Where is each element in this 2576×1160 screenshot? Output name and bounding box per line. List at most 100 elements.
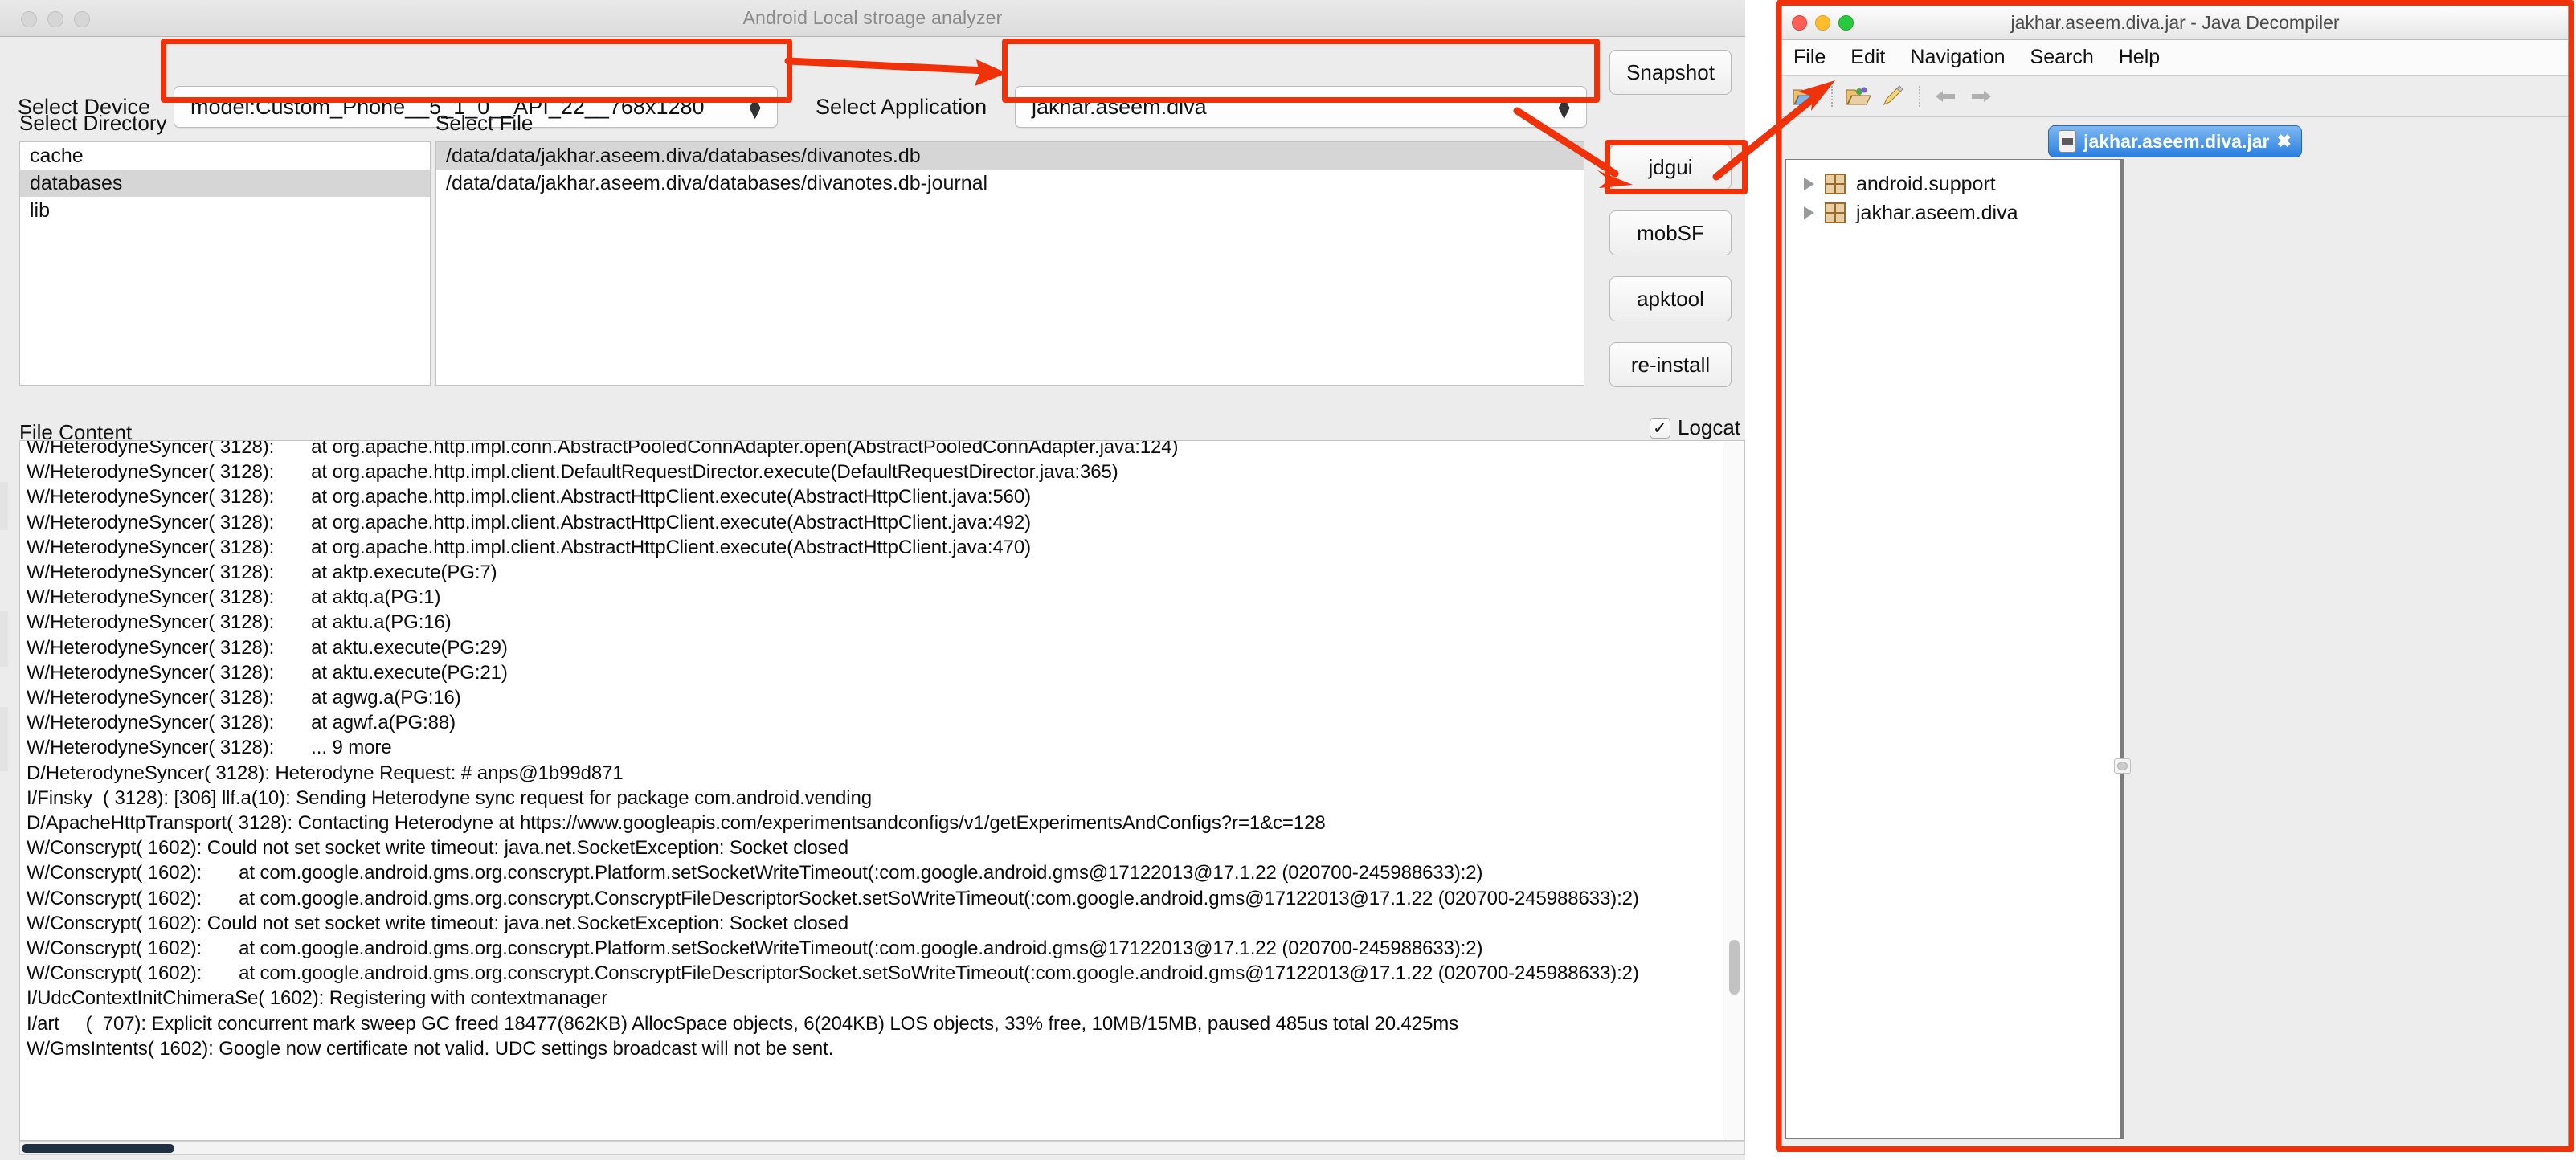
package-icon — [1825, 202, 1846, 223]
content-horizontal-scrollbar[interactable] — [19, 1141, 1745, 1155]
split-divider-handle[interactable] — [2114, 758, 2131, 774]
scrollbar-thumb[interactable] — [1729, 940, 1740, 995]
log-line: I/Finsky ( 3128): [306] llf.a(10): Sendi… — [27, 786, 1717, 811]
highlight-icon[interactable] — [1879, 84, 1907, 108]
menu-file[interactable]: File — [1793, 46, 1826, 69]
log-line: W/Conscrypt( 1602): at com.google.androi… — [27, 860, 1717, 885]
mobsf-button[interactable]: mobSF — [1609, 210, 1732, 255]
log-line: W/HeterodyneSyncer( 3128): at agwg.a(PG:… — [27, 685, 1717, 710]
jd-tabstrip: jakhar.aseem.diva.jar ✖ — [1782, 117, 2568, 159]
list-item[interactable]: /data/data/jakhar.aseem.diva/databases/d… — [436, 142, 1584, 170]
logcat-checkbox[interactable]: ✓ Logcat — [1650, 415, 1740, 440]
main-titlebar: Android Local stroage analyzer — [0, 0, 1745, 37]
tab-label: jakhar.aseem.diva.jar — [2083, 131, 2269, 153]
list-item[interactable]: cache — [20, 142, 430, 170]
jd-menubar: File Edit Navigation Search Help — [1782, 40, 2568, 76]
log-line: W/HeterodyneSyncer( 3128): at aktu.execu… — [27, 660, 1717, 685]
selector-row: Select Device model:Custom_Phone__5_1_0_… — [0, 37, 1745, 116]
logcat-label: Logcat — [1678, 415, 1740, 440]
log-line: W/HeterodyneSyncer( 3128): at aktu.execu… — [27, 635, 1717, 660]
apktool-button[interactable]: apktool — [1609, 276, 1732, 321]
close-icon[interactable]: ✖ — [2277, 131, 2292, 152]
minimize-button[interactable] — [47, 11, 63, 27]
background-window-edge — [0, 707, 8, 771]
select-application-label: Select Application — [816, 95, 987, 120]
log-line: W/HeterodyneSyncer( 3128): ... 9 more — [27, 735, 1717, 760]
minimize-button[interactable] — [1815, 15, 1830, 31]
jd-toolbar — [1782, 76, 2568, 117]
zoom-button[interactable] — [1838, 15, 1854, 31]
toolbar-divider — [1919, 86, 1920, 107]
log-line: W/Conscrypt( 1602): at com.google.androi… — [27, 961, 1717, 986]
tree-node-jakhar-aseem-diva[interactable]: jakhar.aseem.diva — [1786, 198, 2120, 227]
file-content-panel[interactable]: W/HeterodyneSyncer( 3128): at org.apache… — [19, 440, 1745, 1141]
open-folder-icon[interactable] — [1792, 84, 1819, 108]
log-line: I/UdcContextInitChimeraSe( 1602): Regist… — [27, 986, 1717, 1011]
log-line: W/Conscrypt( 1602): at com.google.androi… — [27, 886, 1717, 911]
directory-list[interactable]: cache databases lib — [19, 141, 431, 386]
log-line: D/ApacheHttpTransport( 3128): Contacting… — [27, 811, 1717, 835]
chevron-right-icon[interactable] — [1804, 178, 1814, 190]
log-line: W/Conscrypt( 1602): at com.google.androi… — [27, 936, 1717, 961]
log-line: D/HeterodyneSyncer( 3128): Heterodyne Re… — [27, 761, 1717, 786]
toolbar-divider — [1831, 86, 1833, 107]
jd-source-panel — [2121, 159, 2565, 1139]
chevron-updown-icon: ▲▼ — [746, 96, 764, 119]
jdgui-button[interactable]: jdgui — [1609, 145, 1732, 190]
select-file-label: Select File — [435, 111, 533, 136]
log-line: W/HeterodyneSyncer( 3128): at org.apache… — [27, 535, 1717, 560]
log-line: W/HeterodyneSyncer( 3128): at aktq.a(PG:… — [27, 585, 1717, 610]
list-item[interactable]: databases — [20, 170, 430, 197]
log-line: W/HeterodyneSyncer( 3128): at org.apache… — [27, 510, 1717, 535]
zoom-button[interactable] — [74, 11, 90, 27]
content-vertical-scrollbar[interactable] — [1723, 442, 1744, 1141]
screen: Android Local stroage analyzer Select De… — [0, 0, 2576, 1160]
close-button[interactable] — [1792, 15, 1807, 31]
menu-edit[interactable]: Edit — [1850, 46, 1885, 69]
menu-help[interactable]: Help — [2119, 46, 2160, 69]
package-icon — [1825, 174, 1846, 194]
log-line: W/HeterodyneSyncer( 3128): at org.apache… — [27, 440, 1717, 460]
list-item[interactable]: lib — [20, 197, 430, 224]
log-line: W/HeterodyneSyncer( 3128): at aktu.a(PG:… — [27, 610, 1717, 635]
menu-search[interactable]: Search — [2030, 46, 2094, 69]
jd-package-tree[interactable]: android.support jakhar.aseem.diva — [1785, 159, 2121, 1139]
file-list[interactable]: /data/data/jakhar.aseem.diva/databases/d… — [435, 141, 1584, 386]
tree-node-label: android.support — [1856, 173, 1996, 196]
list-item[interactable]: /data/data/jakhar.aseem.diva/databases/d… — [436, 170, 1584, 197]
snapshot-button[interactable]: Snapshot — [1609, 50, 1732, 95]
jd-body: android.support jakhar.aseem.diva — [1782, 159, 2568, 1146]
jd-gui-window: jakhar.aseem.diva.jar - Java Decompiler … — [1781, 6, 2569, 1146]
back-arrow-icon[interactable] — [1932, 84, 1960, 108]
close-button[interactable] — [21, 11, 37, 27]
jd-window-title: jakhar.aseem.diva.jar - Java Decompiler — [2010, 12, 2339, 34]
menu-navigation[interactable]: Navigation — [1910, 46, 2005, 69]
android-local-storage-analyzer-window: Android Local stroage analyzer Select De… — [0, 0, 1745, 1160]
window-controls[interactable] — [21, 11, 90, 27]
log-line: W/Conscrypt( 1602): Could not set socket… — [27, 911, 1717, 936]
file-content-text: W/HeterodyneSyncer( 3128): at org.apache… — [20, 440, 1723, 1061]
select-application-value: jakhar.aseem.diva — [1016, 95, 1207, 120]
select-application-dropdown[interactable]: jakhar.aseem.diva ▲▼ — [1015, 86, 1587, 128]
log-line: W/Conscrypt( 1602): Could not set socket… — [27, 835, 1717, 860]
background-window-edge — [0, 611, 8, 667]
tree-node-android-support[interactable]: android.support — [1786, 170, 2120, 198]
chevron-right-icon[interactable] — [1804, 206, 1814, 219]
jd-window-controls[interactable] — [1792, 15, 1854, 31]
jd-titlebar: jakhar.aseem.diva.jar - Java Decompiler — [1782, 6, 2568, 40]
log-line: W/HeterodyneSyncer( 3128): at org.apache… — [27, 460, 1717, 484]
log-line: W/HeterodyneSyncer( 3128): at aktp.execu… — [27, 560, 1717, 585]
log-line: W/HeterodyneSyncer( 3128): at org.apache… — [27, 484, 1717, 509]
log-line: W/HeterodyneSyncer( 3128): at agwf.a(PG:… — [27, 710, 1717, 735]
window-title: Android Local stroage analyzer — [742, 7, 1002, 29]
split-divider[interactable] — [2121, 159, 2124, 1139]
select-directory-label: Select Directory — [19, 111, 167, 136]
tab-jakhar-aseem-diva-jar[interactable]: jakhar.aseem.diva.jar ✖ — [2048, 125, 2302, 157]
open-type-icon[interactable] — [1845, 84, 1872, 108]
log-line: W/GmsIntents( 1602): Google now certific… — [27, 1036, 1717, 1061]
scrollbar-thumb[interactable] — [22, 1144, 174, 1153]
checkmark-icon[interactable]: ✓ — [1650, 418, 1670, 439]
forward-arrow-icon[interactable] — [1967, 84, 1994, 108]
jar-icon — [2059, 130, 2076, 153]
reinstall-button[interactable]: re-install — [1609, 342, 1732, 387]
